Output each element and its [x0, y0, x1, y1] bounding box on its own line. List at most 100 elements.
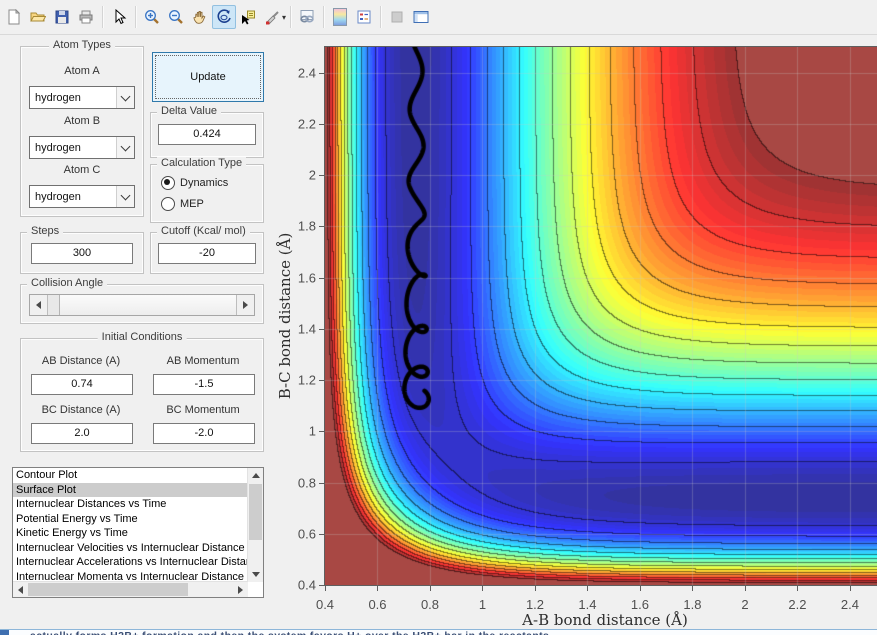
collision-angle-slider[interactable]	[29, 294, 255, 316]
tick-label: 1.6	[630, 597, 650, 612]
tick-mark	[319, 328, 324, 330]
tick-mark	[534, 586, 536, 591]
slider-thumb[interactable]	[48, 295, 60, 315]
atom-a-dropdown[interactable]: hydrogen	[29, 86, 135, 109]
atom-c-label: Atom C	[63, 164, 101, 176]
cutoff-field[interactable]: -20	[158, 243, 256, 264]
update-button[interactable]: Update	[152, 52, 264, 102]
zoom-in-button[interactable]	[140, 5, 164, 29]
pes-contour-plot[interactable]	[324, 46, 877, 586]
delta-value-group: Delta Value 0.424	[150, 105, 264, 158]
steps-field[interactable]: 300	[31, 243, 133, 264]
list-item[interactable]: Internuclear Accelerations vs Internucle…	[13, 555, 248, 570]
print-icon	[79, 10, 93, 24]
listbox-vertical-scrollbar[interactable]	[247, 468, 263, 582]
edit-plot-button[interactable]	[107, 5, 131, 29]
ab-distance-field[interactable]: 0.74	[31, 374, 133, 395]
tick-label: 1.2	[525, 597, 545, 612]
slider-left-arrow-icon[interactable]	[30, 295, 48, 315]
bc-distance-field[interactable]: 2.0	[31, 423, 133, 444]
ab-momentum-label: AB Momentum	[166, 355, 240, 367]
tick-label: 1	[308, 423, 316, 439]
atom-b-dropdown[interactable]: hydrogen	[29, 136, 135, 159]
list-item[interactable]: Kinetic Energy vs Time	[13, 526, 248, 541]
tick-mark	[319, 72, 324, 74]
bc-momentum-field[interactable]: -2.0	[153, 423, 255, 444]
ab-momentum-field[interactable]: -1.5	[153, 374, 255, 395]
link-plots-button[interactable]	[295, 5, 319, 29]
tick-mark	[319, 175, 324, 177]
vscroll-thumb[interactable]	[249, 484, 262, 540]
tick-label: 1.8	[683, 597, 702, 612]
calculation-type-title: Calculation Type	[157, 157, 247, 169]
background-window-text: actually forms H2B+ formation and then t…	[30, 630, 877, 635]
hide-plot-tools-button[interactable]	[385, 5, 409, 29]
list-item[interactable]: Potential Energy vs Time	[13, 512, 248, 527]
show-plot-tools-button[interactable]	[409, 5, 433, 29]
list-item[interactable]: Contour Plot	[13, 468, 248, 483]
contour-canvas[interactable]	[325, 47, 877, 585]
insert-legend-button[interactable]	[352, 5, 376, 29]
atom-c-dropdown[interactable]: hydrogen	[29, 185, 135, 208]
dynamics-radio[interactable]: Dynamics	[161, 176, 228, 190]
tick-mark	[319, 585, 324, 586]
scroll-up-icon[interactable]	[248, 468, 263, 483]
listbox-horizontal-scrollbar[interactable]	[13, 581, 248, 597]
link-icon	[300, 10, 314, 23]
collision-angle-title: Collision Angle	[27, 277, 108, 289]
insert-colorbar-button[interactable]	[328, 5, 352, 29]
tick-mark	[319, 380, 324, 382]
rotate-3d-button[interactable]	[212, 5, 236, 29]
bc-momentum-label: BC Momentum	[166, 404, 240, 416]
brush-dropdown-caret[interactable]: ▾	[282, 13, 286, 22]
atom-b-label: Atom B	[63, 115, 101, 127]
save-figure-button[interactable]	[50, 5, 74, 29]
steps-title: Steps	[27, 225, 64, 237]
delta-value-title: Delta Value	[157, 105, 222, 117]
tick-mark	[319, 277, 324, 279]
list-item[interactable]: Internuclear Velocities vs Internuclear …	[13, 541, 248, 556]
atom-types-group: Atom Types Atom A hydrogen Atom B hydrog…	[20, 39, 144, 217]
steps-group: Steps 300	[20, 225, 144, 274]
tick-label: 2.2	[788, 597, 807, 612]
atom-types-title: Atom Types	[49, 39, 115, 51]
open-folder-icon	[30, 12, 46, 22]
show-plot-tools-icon	[413, 11, 429, 23]
cutoff-title: Cutoff (Kcal/ mol)	[157, 225, 250, 237]
new-figure-button[interactable]	[2, 5, 26, 29]
calculation-type-group: Calculation Type Dynamics MEP	[150, 157, 264, 223]
hide-plot-tools-icon	[391, 11, 403, 23]
hscroll-thumb[interactable]	[28, 583, 188, 596]
zoom-out-button[interactable]	[164, 5, 188, 29]
pan-button[interactable]	[188, 5, 212, 29]
plot-type-listbox[interactable]: Contour Plot Surface Plot Internuclear Dis…	[12, 467, 264, 598]
list-item[interactable]: Internuclear Distances vs Time	[13, 497, 248, 512]
figure-window: ▾ Atom Types Atom A hydrogen Atom B hydr…	[0, 0, 877, 635]
slider-right-arrow-icon[interactable]	[236, 295, 254, 315]
tick-label: 0.6	[368, 597, 387, 612]
zoom-in-icon	[145, 10, 159, 24]
y-axis-label: B-C bond distance (Å)	[276, 232, 294, 400]
toolbar-separator	[323, 6, 325, 28]
print-figure-button[interactable]	[74, 5, 98, 29]
tick-mark	[429, 586, 431, 591]
background-window-strip: actually forms H2B+ formation and then t…	[0, 629, 877, 635]
radio-icon	[161, 176, 175, 190]
toolbar-separator	[135, 6, 136, 28]
legend-icon	[357, 10, 371, 24]
mep-radio[interactable]: MEP	[161, 197, 204, 211]
scroll-down-icon[interactable]	[248, 567, 263, 582]
delta-value-field[interactable]: 0.424	[158, 124, 256, 145]
dynamics-radio-label: Dynamics	[180, 177, 229, 189]
tick-label: 0.6	[297, 526, 316, 542]
tick-label: 2.2	[297, 116, 316, 132]
list-item[interactable]: Surface Plot	[13, 482, 248, 497]
brush-data-button[interactable]	[260, 5, 284, 29]
slider-track[interactable]	[48, 295, 236, 315]
open-file-button[interactable]	[26, 5, 50, 29]
save-icon	[55, 10, 69, 24]
data-cursor-button[interactable]	[236, 5, 260, 29]
scroll-right-icon[interactable]	[233, 582, 248, 597]
tick-mark	[319, 431, 324, 433]
scroll-left-icon[interactable]	[13, 582, 28, 597]
